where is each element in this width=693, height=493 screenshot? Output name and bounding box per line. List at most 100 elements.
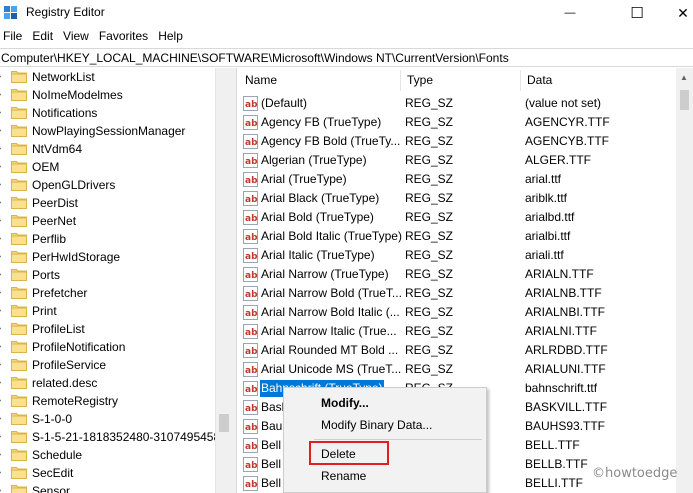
table-row[interactable]: ab (Default) REG_SZ (value not set) <box>237 94 687 113</box>
column-header-name[interactable]: Name <box>245 68 277 93</box>
tree-item[interactable]: › Print <box>0 302 215 320</box>
table-row[interactable]: ab Algerian (TrueType) REG_SZ ALGER.TTF <box>237 151 687 170</box>
chevron-right-icon[interactable]: › <box>0 359 6 371</box>
chevron-right-icon[interactable]: › <box>0 377 6 389</box>
string-value-icon: ab <box>243 400 258 415</box>
tree-item-label: SecEdit <box>32 466 74 480</box>
chevron-right-icon[interactable]: › <box>0 305 6 317</box>
svg-text:ab: ab <box>245 423 258 433</box>
address-bar[interactable]: Computer\HKEY_LOCAL_MACHINE\SOFTWARE\Mic… <box>0 48 693 67</box>
value-data: BASKVILL.TTF <box>525 400 608 414</box>
tree-item[interactable]: › NowPlayingSessionManager <box>0 122 215 140</box>
tree-item[interactable]: › NoImeModelmes <box>0 86 215 104</box>
column-divider[interactable] <box>400 70 401 91</box>
tree-item[interactable]: › ProfileService <box>0 356 215 374</box>
tree-item[interactable]: › Prefetcher <box>0 284 215 302</box>
tree-item[interactable]: › S-1-0-0 <box>0 410 215 428</box>
tree-item[interactable]: › related.desc <box>0 374 215 392</box>
tree-item[interactable]: › S-1-5-21-1818352480-3107495458-2 <box>0 428 231 446</box>
table-row[interactable]: ab Arial Narrow Italic (True... REG_SZ ARIA… <box>237 322 687 341</box>
chevron-right-icon[interactable]: › <box>0 89 6 101</box>
chevron-right-icon[interactable]: › <box>0 143 6 155</box>
table-row[interactable]: ab Agency FB (TrueType) REG_SZ AGENCYR.TTF <box>237 113 687 132</box>
tree-item[interactable]: › NtVdm64 <box>0 140 215 158</box>
chevron-right-icon[interactable]: › <box>0 251 6 263</box>
table-row[interactable]: ab Arial Bold (TrueType) REG_SZ arialbd.ttf <box>237 208 687 227</box>
table-row[interactable]: ab Agency FB Bold (TrueTy... REG_SZ AGENCYB… <box>237 132 687 151</box>
table-row[interactable]: ab Arial Rounded MT Bold ... REG_SZ ARLRDBD… <box>237 341 687 360</box>
chevron-right-icon[interactable]: › <box>0 179 6 191</box>
table-row[interactable]: ab Arial Narrow (TrueType) REG_SZ ARIALN.TT… <box>237 265 687 284</box>
value-data: AGENCYR.TTF <box>525 115 610 129</box>
table-row[interactable]: ab Arial Narrow Bold (TrueT... REG_SZ ARIAL… <box>237 284 687 303</box>
column-header-type[interactable]: Type <box>407 68 433 93</box>
tree-scrollbar[interactable] <box>215 68 232 493</box>
menu-favorites[interactable]: Favorites <box>96 27 155 45</box>
value-data: BAUHS93.TTF <box>525 419 606 433</box>
tree-item[interactable]: › PeerNet <box>0 212 215 230</box>
chevron-right-icon[interactable]: › <box>0 233 6 245</box>
tree-item[interactable]: › SecEdit <box>0 464 215 482</box>
table-row[interactable]: ab Arial Italic (TrueType) REG_SZ ariali.tt… <box>237 246 687 265</box>
chevron-right-icon[interactable]: › <box>0 269 6 281</box>
chevron-right-icon[interactable]: › <box>0 323 6 335</box>
tree-item[interactable]: › OpenGLDrivers <box>0 176 215 194</box>
maximize-button[interactable]: ☐ <box>614 0 660 26</box>
tree-item[interactable]: › PeerDist <box>0 194 215 212</box>
menu-item-modify-binary[interactable]: Modify Binary Data... <box>321 418 432 432</box>
column-header-data[interactable]: Data <box>527 68 552 93</box>
scroll-up-icon[interactable]: ▲ <box>680 73 688 82</box>
svg-text:ab: ab <box>245 271 258 281</box>
chevron-right-icon[interactable]: › <box>0 341 6 353</box>
folder-icon <box>11 413 27 425</box>
chevron-right-icon[interactable]: › <box>0 71 6 83</box>
chevron-right-icon[interactable]: › <box>0 485 6 493</box>
tree-item[interactable]: › ProfileList <box>0 320 215 338</box>
tree-item-label: OpenGLDrivers <box>32 178 116 192</box>
chevron-right-icon[interactable]: › <box>0 413 6 425</box>
chevron-right-icon[interactable]: › <box>0 125 6 137</box>
tree-item[interactable]: › PerHwIdStorage <box>0 248 215 266</box>
table-row[interactable]: ab Arial Bold Italic (TrueType) REG_SZ aria… <box>237 227 687 246</box>
tree-scroll-thumb[interactable] <box>219 414 229 432</box>
chevron-right-icon[interactable]: › <box>0 215 6 227</box>
table-row[interactable]: ab Arial Unicode MS (TrueT... REG_SZ ARIALU… <box>237 360 687 379</box>
menu-edit[interactable]: Edit <box>29 27 60 45</box>
tree-item[interactable]: › OEM <box>0 158 215 176</box>
menu-item-modify[interactable]: Modify... <box>321 396 369 410</box>
folder-icon <box>11 377 27 389</box>
tree-item-label: Perflib <box>32 232 67 246</box>
list-scroll-thumb[interactable] <box>680 90 689 110</box>
tree-item[interactable]: › Notifications <box>0 104 215 122</box>
menu-item-rename[interactable]: Rename <box>321 469 366 483</box>
close-button[interactable]: ✕ <box>660 0 693 26</box>
table-row[interactable]: ab Arial Narrow Bold Italic (... REG_SZ ARI… <box>237 303 687 322</box>
chevron-right-icon[interactable]: › <box>0 287 6 299</box>
tree-item-label: Sensor <box>32 484 71 493</box>
tree-item[interactable]: › NetworkList <box>0 68 215 86</box>
chevron-right-icon[interactable]: › <box>0 467 6 479</box>
tree-item[interactable]: › Perflib <box>0 230 215 248</box>
column-divider[interactable] <box>520 70 521 91</box>
chevron-right-icon[interactable]: › <box>0 107 6 119</box>
minimize-button[interactable]: — <box>547 0 593 26</box>
value-type: REG_SZ <box>405 96 454 110</box>
table-row[interactable]: ab Arial (TrueType) REG_SZ arial.ttf <box>237 170 687 189</box>
menu-file[interactable]: File <box>0 27 29 45</box>
table-row[interactable]: ab Arial Black (TrueType) REG_SZ ariblk.ttf <box>237 189 687 208</box>
tree-item[interactable]: › Schedule <box>0 446 215 464</box>
chevron-right-icon[interactable]: › <box>0 449 6 461</box>
tree-item[interactable]: › RemoteRegistry <box>0 392 215 410</box>
chevron-right-icon[interactable]: › <box>0 161 6 173</box>
chevron-right-icon[interactable]: › <box>0 395 6 407</box>
chevron-right-icon[interactable]: › <box>0 197 6 209</box>
folder-icon <box>11 89 27 101</box>
tree-item[interactable]: › Ports <box>0 266 215 284</box>
tree-item[interactable]: › Sensor <box>0 482 215 493</box>
list-scrollbar[interactable]: ▲ <box>676 68 693 493</box>
menu-view[interactable]: View <box>60 27 96 45</box>
svg-text:ab: ab <box>245 176 258 186</box>
tree-item[interactable]: › ProfileNotification <box>0 338 215 356</box>
menu-help[interactable]: Help <box>155 27 190 45</box>
chevron-right-icon[interactable]: › <box>0 431 6 443</box>
